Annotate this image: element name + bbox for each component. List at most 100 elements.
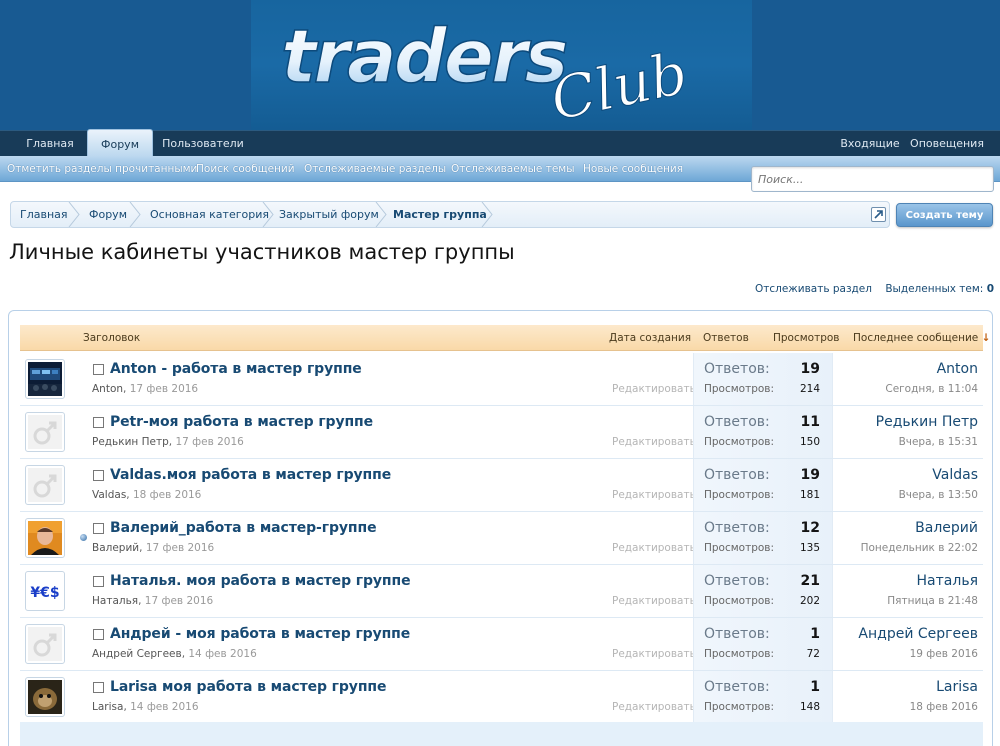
thread-author[interactable]: Андрей Сергеев	[92, 648, 182, 660]
thread-stats: Ответов: 19 Просмотров: 181	[693, 459, 833, 511]
forum-tools: Отслеживать раздел Выделенных тем: 0	[755, 283, 994, 297]
edit-thread-link[interactable]: Редактировать	[612, 383, 696, 395]
last-post-user[interactable]: Редькин Петр	[876, 414, 978, 430]
breadcrumb-item-forum[interactable]: Форум	[89, 202, 127, 227]
thread-author[interactable]: Валерий	[92, 542, 139, 554]
breadcrumb-arrow-icon	[129, 202, 141, 227]
last-post-date[interactable]: Вчера, в 13:50	[899, 489, 978, 501]
edit-thread-link[interactable]: Редактировать	[612, 489, 696, 501]
thread-author[interactable]: Anton	[92, 383, 123, 395]
avatar[interactable]	[25, 677, 65, 717]
select-thread-checkbox[interactable]	[93, 523, 104, 534]
nav-tab-members[interactable]: Пользователи	[162, 131, 244, 157]
external-link-icon[interactable]	[871, 207, 886, 222]
column-views[interactable]: Просмотров	[773, 325, 840, 351]
select-thread-checkbox[interactable]	[93, 470, 104, 481]
thread-stats: Ответов: 12 Просмотров: 135	[693, 512, 833, 564]
avatar[interactable]	[25, 359, 65, 399]
views-label: Просмотров:	[704, 436, 775, 448]
avatar[interactable]	[25, 624, 65, 664]
search-input[interactable]	[751, 166, 994, 192]
column-created[interactable]: Дата создания	[609, 325, 691, 351]
thread-start-date: 17 фев 2016	[175, 436, 244, 448]
thread-row: Андрей - моя работа в мастер группе Андре…	[20, 618, 983, 671]
last-post-date[interactable]: Сегодня, в 11:04	[885, 383, 978, 395]
breadcrumb-item-closed-forum[interactable]: Закрытый форум	[279, 202, 379, 227]
last-post-user[interactable]: Валерий	[915, 520, 978, 536]
views-label: Просмотров:	[704, 648, 775, 660]
svg-text:¥€$: ¥€$	[30, 585, 59, 601]
nav-inbox[interactable]: Входящие	[838, 131, 902, 157]
column-last-post[interactable]: Последнее сообщение ↓	[853, 325, 990, 351]
thread-author[interactable]: Наталья	[92, 595, 138, 607]
subnav-watched-forums[interactable]: Отслеживаемые разделы	[304, 156, 446, 182]
edit-thread-link[interactable]: Редактировать	[612, 542, 696, 554]
last-post-date[interactable]: Понедельник в 22:02	[861, 542, 978, 554]
thread-title-link[interactable]: Valdas.моя работа в мастер группе	[110, 467, 391, 483]
nav-tab-home[interactable]: Главная	[22, 131, 78, 157]
thread-author[interactable]: Редькин Петр	[92, 436, 169, 448]
thread-title-link[interactable]: Валерий_работа в мастер-группе	[110, 520, 377, 536]
nav-tab-forum[interactable]: Форум	[87, 129, 153, 158]
replies-label: Ответов:	[704, 414, 770, 430]
last-post-user[interactable]: Anton	[937, 361, 978, 377]
breadcrumb-item-category[interactable]: Основная категория	[150, 202, 269, 227]
subnav-mark-read[interactable]: Отметить разделы прочитанными	[7, 156, 197, 182]
nav-alerts[interactable]: Оповещения	[910, 131, 984, 157]
last-post-user[interactable]: Valdas	[932, 467, 978, 483]
thread-meta: Редькин Петр, 17 фев 2016	[92, 436, 244, 448]
page-title: Личные кабинеты участников мастер группы	[9, 240, 515, 264]
select-thread-checkbox[interactable]	[93, 364, 104, 375]
external-link-glyph	[874, 210, 883, 219]
avatar-image: ¥€$	[28, 574, 62, 608]
avatar-image	[28, 521, 62, 555]
select-thread-checkbox[interactable]	[93, 417, 104, 428]
avatar[interactable]: ¥€$	[25, 571, 65, 611]
watch-forum-link[interactable]: Отслеживать раздел	[755, 283, 872, 295]
edit-thread-link[interactable]: Редактировать	[612, 648, 696, 660]
nav-tab-label: Пользователи	[162, 137, 244, 150]
avatar[interactable]	[25, 518, 65, 558]
thread-title-link[interactable]: Наталья. моя работа в мастер группе	[110, 573, 411, 589]
last-post-user[interactable]: Андрей Сергеев	[858, 626, 978, 642]
thread-author[interactable]: Larisa	[92, 701, 123, 713]
views-label: Просмотров:	[704, 383, 775, 395]
select-thread-checkbox[interactable]	[93, 576, 104, 587]
thread-row: Valdas.моя работа в мастер группе Valdas,…	[20, 459, 983, 512]
avatar-image	[28, 680, 62, 714]
replies-count: 21	[800, 573, 820, 589]
avatar[interactable]	[25, 465, 65, 505]
thread-title-link[interactable]: Anton - работа в мастер группе	[110, 361, 362, 377]
last-post-date[interactable]: 19 фев 2016	[910, 648, 978, 660]
edit-thread-link[interactable]: Редактировать	[612, 436, 696, 448]
create-thread-button[interactable]: Создать тему	[896, 203, 993, 227]
subnav-search-posts[interactable]: Поиск сообщений	[196, 156, 295, 182]
last-post-date[interactable]: Вчера, в 15:31	[899, 436, 978, 448]
column-title[interactable]: Заголовок	[83, 325, 140, 351]
avatar[interactable]	[25, 412, 65, 452]
column-replies[interactable]: Ответов	[703, 325, 749, 351]
thread-author[interactable]: Valdas	[92, 489, 126, 501]
select-thread-checkbox[interactable]	[93, 682, 104, 693]
breadcrumb-item-current[interactable]: Мастер группа	[393, 202, 487, 227]
last-post-date[interactable]: Пятница в 21:48	[887, 595, 978, 607]
thread-title-link[interactable]: Андрей - моя работа в мастер группе	[110, 626, 410, 642]
edit-thread-link[interactable]: Редактировать	[612, 595, 696, 607]
subnav-watched-threads[interactable]: Отслеживаемые темы	[451, 156, 575, 182]
edit-thread-link[interactable]: Редактировать	[612, 701, 696, 713]
breadcrumb-item-home[interactable]: Главная	[20, 202, 68, 227]
breadcrumb-arrow-icon	[68, 202, 80, 227]
last-post-user[interactable]: Larisa	[936, 679, 978, 695]
thread-title-link[interactable]: Petr-моя работа в мастер группе	[110, 414, 373, 430]
subnav-new-posts[interactable]: Новые сообщения	[583, 156, 683, 182]
thread-row: Larisa моя работа в мастер группе Larisa,…	[20, 671, 983, 724]
thread-row: ¥€$ Наталья. моя работа в мастер группе На…	[20, 565, 983, 618]
last-post-user[interactable]: Наталья	[917, 573, 978, 589]
selected-threads-count[interactable]: 0	[987, 283, 994, 295]
thread-title-link[interactable]: Larisa моя работа в мастер группе	[110, 679, 386, 695]
select-thread-checkbox[interactable]	[93, 629, 104, 640]
last-post-date[interactable]: 18 фев 2016	[910, 701, 978, 713]
replies-label: Ответов:	[704, 361, 770, 377]
selected-threads-label[interactable]: Выделенных тем:	[885, 283, 983, 295]
site-logo[interactable]: traders Club	[251, 0, 752, 130]
